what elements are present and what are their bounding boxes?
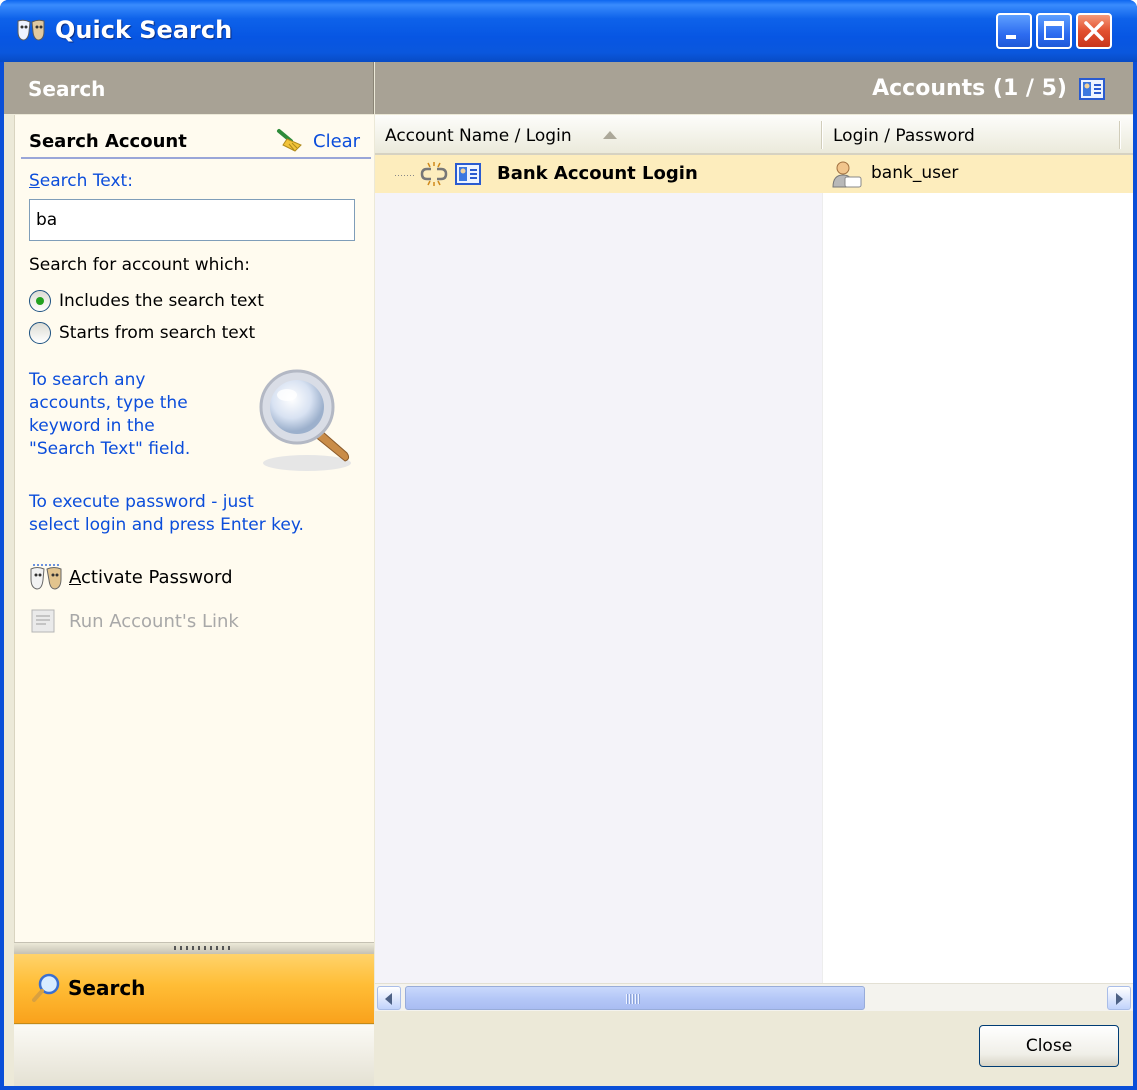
splitter-grip bbox=[174, 946, 234, 950]
title-bar[interactable]: Quick Search bbox=[0, 0, 1137, 62]
account-login: bank_user bbox=[871, 163, 959, 183]
column-background bbox=[375, 155, 823, 983]
scroll-right-button[interactable] bbox=[1107, 986, 1131, 1010]
minimize-icon bbox=[1006, 35, 1016, 39]
tree-connector bbox=[395, 175, 415, 176]
minimize-button[interactable] bbox=[996, 13, 1032, 49]
radio-circle bbox=[29, 322, 51, 344]
accounts-header: Accounts (1 / 5) bbox=[375, 62, 1133, 114]
radio-includes-label: Includes the search text bbox=[59, 291, 264, 311]
accounts-list[interactable]: Account Name / Login Login / Password Ba… bbox=[375, 115, 1133, 983]
search-account-title: Search Account bbox=[29, 131, 187, 152]
scroll-left-button[interactable] bbox=[377, 986, 401, 1010]
activate-password-button[interactable]: Activate Password bbox=[29, 563, 329, 593]
horizontal-scrollbar[interactable] bbox=[375, 983, 1133, 1011]
execute-hint: To execute password - just select login … bbox=[29, 492, 304, 535]
arrow-left-icon bbox=[385, 993, 392, 1005]
search-text-label: Search Text: bbox=[29, 171, 133, 191]
arrow-right-icon bbox=[1116, 993, 1123, 1005]
document-link-icon bbox=[31, 609, 55, 633]
left-pane-title: Search bbox=[28, 77, 106, 101]
run-account-link-label: Run Account's Link bbox=[69, 611, 239, 632]
magnifier-icon bbox=[259, 369, 351, 471]
radio-dot bbox=[36, 297, 44, 305]
accounts-count-title: Accounts (1 / 5) bbox=[872, 76, 1067, 101]
window-title: Quick Search bbox=[55, 16, 233, 44]
sort-ascending-icon bbox=[603, 131, 617, 139]
quick-search-window: Quick Search Search Search Account Clear bbox=[0, 0, 1137, 1090]
nav-empty-area bbox=[14, 1025, 374, 1086]
maximize-button[interactable] bbox=[1036, 13, 1072, 49]
radio-starts-label: Starts from search text bbox=[59, 323, 256, 343]
column-header-login-password[interactable]: Login / Password bbox=[833, 126, 975, 146]
contact-card-icon bbox=[455, 163, 481, 185]
search-for-label: Search for account which: bbox=[29, 255, 250, 275]
scrollbar-thumb[interactable] bbox=[405, 986, 865, 1010]
search-text-input[interactable] bbox=[29, 199, 355, 241]
search-nav-button[interactable]: Search bbox=[14, 954, 374, 1024]
search-icon bbox=[32, 973, 60, 1002]
pane-splitter[interactable] bbox=[14, 942, 374, 954]
section-divider bbox=[21, 157, 371, 159]
user-login-icon bbox=[832, 161, 862, 188]
list-header: Account Name / Login Login / Password bbox=[375, 115, 1133, 155]
dialog-button-bar: Close bbox=[375, 1012, 1133, 1086]
close-window-button[interactable] bbox=[1076, 13, 1112, 49]
maximize-icon bbox=[1044, 21, 1064, 40]
broom-icon bbox=[277, 129, 302, 152]
clear-label: Clear bbox=[313, 131, 361, 152]
column-divider[interactable] bbox=[821, 121, 823, 149]
left-pane-header: Search bbox=[4, 62, 374, 114]
radio-circle bbox=[29, 290, 51, 312]
run-account-link-button[interactable]: Run Account's Link bbox=[29, 607, 329, 637]
thumb-grip bbox=[626, 994, 640, 1004]
search-hint: To search any accounts, type the keyword… bbox=[29, 370, 191, 459]
activate-password-label: Activate Password bbox=[69, 567, 233, 588]
contact-card-icon bbox=[1079, 78, 1105, 100]
radio-starts[interactable]: Starts from search text bbox=[29, 321, 329, 347]
search-nav-label: Search bbox=[68, 976, 146, 1000]
account-name: Bank Account Login bbox=[497, 163, 698, 184]
client-area: Search Search Account Clear Search Text:… bbox=[4, 62, 1133, 1086]
column-separator bbox=[822, 155, 823, 983]
close-icon bbox=[1084, 21, 1104, 41]
table-row[interactable]: Bank Account Login bank_user bbox=[375, 155, 1133, 193]
masks-icon bbox=[30, 564, 62, 590]
close-button[interactable]: Close bbox=[979, 1025, 1119, 1067]
radio-includes[interactable]: Includes the search text bbox=[29, 289, 329, 315]
column-divider[interactable] bbox=[1119, 121, 1121, 149]
search-account-panel: Search Account Clear Search Text: Search… bbox=[14, 115, 374, 945]
column-header-account-name[interactable]: Account Name / Login bbox=[385, 126, 572, 146]
masks-icon bbox=[17, 19, 45, 41]
broken-link-icon bbox=[420, 162, 448, 186]
